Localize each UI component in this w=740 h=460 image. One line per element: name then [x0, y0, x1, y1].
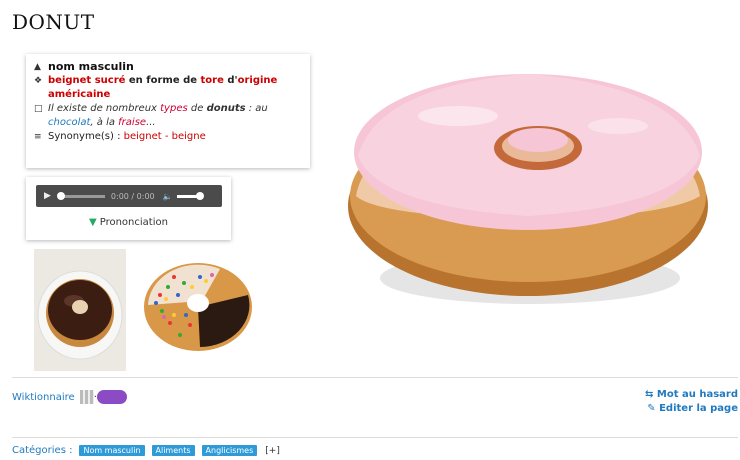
pronunciation-label: ▼ Prononciation [89, 217, 168, 228]
wiktionnaire-logo-icon[interactable] [79, 390, 94, 404]
category-tag[interactable]: Anglicismes [201, 445, 258, 456]
info-icon: ❖ [34, 76, 43, 86]
audio-player[interactable]: ▶ 0:00 / 0:00 🔈 [36, 185, 222, 207]
expand-categories-button[interactable]: [+] [265, 446, 280, 456]
category-tag[interactable]: Aliments [151, 445, 195, 456]
microphone-icon: ▼ [89, 217, 97, 228]
audio-card: ▶ 0:00 / 0:00 🔈 ▼ Prononciation [26, 177, 231, 240]
chocolate-donut-image[interactable] [34, 249, 126, 371]
example-row: □ Il existe de nombreux types de donuts … [34, 102, 302, 130]
categories-bar: Catégories : Nom masculin Aliments Angli… [12, 445, 280, 456]
edit-icon: ✎ [647, 403, 660, 414]
audio-seek-bar[interactable] [56, 191, 105, 200]
categories-label: Catégories : [12, 445, 73, 456]
definition-text: beignet sucré en forme de tore d'origine… [48, 75, 278, 100]
part-of-speech: nom masculin [48, 60, 134, 73]
link-beignet-sucre[interactable]: beignet sucré [48, 75, 125, 86]
separator [12, 437, 738, 438]
footer-actions: ⇆ Mot au hasard ✎ Editer la page [645, 388, 738, 416]
example-text: Il existe de nombreux types de donuts : … [48, 103, 268, 128]
play-icon[interactable]: ▶ [44, 191, 51, 201]
category-tag[interactable]: Nom masculin [79, 445, 145, 456]
definition-card: ▲ nom masculin ❖ beignet sucré en forme … [26, 54, 310, 168]
shuffle-icon: ⇆ [645, 389, 657, 400]
random-word-link[interactable]: ⇆ Mot au hasard [645, 388, 738, 402]
separator [12, 377, 738, 378]
sprinkle-donut-image[interactable] [140, 255, 256, 355]
vikidia-logo-icon[interactable] [96, 390, 127, 404]
definition-row: ❖ beignet sucré en forme de tore d'origi… [34, 74, 302, 102]
equals-icon: ≡ [34, 132, 42, 142]
link-types[interactable]: types [160, 103, 188, 114]
link-tore[interactable]: tore [201, 75, 224, 86]
comment-icon: □ [34, 104, 43, 114]
pos-row: ▲ nom masculin [34, 60, 302, 74]
edit-page-link[interactable]: ✎ Editer la page [645, 402, 738, 416]
page-title: DONUT [12, 10, 95, 34]
link-fraise[interactable]: fraise [118, 117, 146, 128]
link-chocolat[interactable]: chocolat [48, 117, 90, 128]
volume-slider[interactable] [176, 191, 204, 200]
synonyms-row: ≡ Synonyme(s) : beignet - beigne [34, 131, 206, 142]
volume-icon[interactable]: 🔈 [163, 192, 173, 201]
audio-time: 0:00 / 0:00 [110, 191, 155, 201]
synonyms-links[interactable]: beignet - beigne [124, 131, 206, 142]
wiktionnaire-link[interactable]: Wiktionnaire [12, 392, 75, 403]
noun-icon: ▲ [34, 62, 41, 72]
footer-source: Wiktionnaire · [12, 390, 127, 404]
donut-main-image [338, 56, 716, 314]
